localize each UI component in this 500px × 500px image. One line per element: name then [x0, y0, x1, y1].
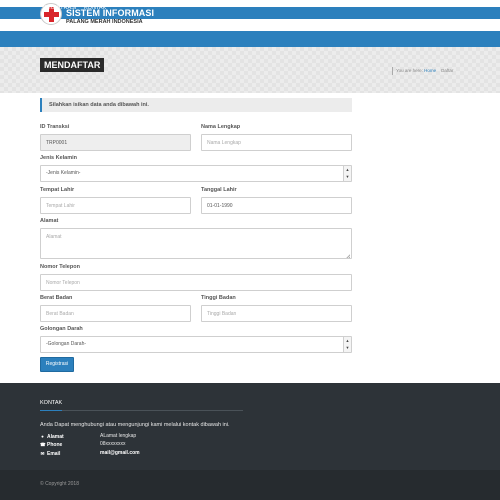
contact-label-phone: ☎Phone [40, 442, 63, 448]
select-arrows-icon: ▲ ▼ [343, 166, 351, 181]
brand-subtitle: PALANG MERAH INDONESIA [66, 19, 143, 25]
brand-title: SISTEM INFORMASI [66, 8, 155, 18]
select-arrows-icon: ▲ ▼ [343, 337, 351, 352]
contact-value-alamat: ALamat lengkap [100, 433, 137, 439]
jenis-kelamin-select[interactable]: -Jenis Kelamin- ▲ ▼ [40, 165, 352, 182]
berat-badan-label: Berat Badan [40, 295, 73, 301]
id-transaksi-label: ID Transksi [40, 124, 70, 130]
phone-icon: ☎ [40, 442, 46, 447]
nomor-telepon-input[interactable] [40, 274, 352, 291]
contact-label-alamat: ● Alamat [41, 434, 64, 440]
golongan-darah-select[interactable]: -Golongan Darah- ▲ ▼ [40, 336, 352, 353]
jenis-kelamin-label: Jenis Kelamin [40, 155, 77, 161]
golongan-darah-selected: -Golongan Darah- [46, 341, 87, 347]
contact-value-phone: 08xxxxxxxx [100, 441, 126, 447]
form-notice: Silahkan isikan data anda dibawah ini. [40, 98, 352, 112]
registrasi-button[interactable]: Registrasi [40, 357, 74, 372]
contact-label-email: ✉ Email [40, 451, 61, 457]
map-marker-icon: ● [41, 434, 44, 439]
page-title: MENDAFTAR [40, 58, 105, 72]
breadcrumb-home-link[interactable]: Home [424, 68, 436, 73]
footer-intro: Anda Dapat menghubungi atau mengunjungi … [40, 422, 230, 428]
tinggi-badan-label: Tinggi Badan [201, 295, 236, 301]
nama-lengkap-input[interactable] [201, 134, 352, 151]
jenis-kelamin-selected: -Jenis Kelamin- [46, 170, 81, 176]
alamat-label: Alamat [40, 218, 59, 224]
nav-item-kontak[interactable]: KONTAK [84, 0, 106, 16]
resize-grip-icon[interactable] [346, 254, 350, 258]
main-navbar [0, 31, 500, 47]
tanggal-lahir-input[interactable] [201, 197, 352, 214]
id-transaksi-field [40, 134, 191, 151]
footer-divider [40, 410, 243, 411]
tempat-lahir-label: Tempat Lahir [40, 187, 75, 193]
golongan-darah-label: Golongan Darah [40, 326, 83, 332]
nav-item-registrasi[interactable]: REGISTRASI [43, 0, 76, 16]
breadcrumb-current: Daftar [441, 68, 454, 73]
breadcrumb: You are here: Home Daftar [392, 67, 453, 75]
footer-title: KONTAK [40, 400, 63, 406]
berat-badan-input[interactable] [40, 305, 191, 322]
tanggal-lahir-label: Tanggal Lahir [201, 187, 237, 193]
copyright-text: © Copyright 2018 [40, 481, 79, 487]
nama-lengkap-label: Nama Lengkap [201, 124, 241, 130]
alamat-textarea[interactable] [40, 228, 352, 259]
tempat-lahir-input[interactable] [40, 197, 191, 214]
nomor-telepon-label: Nomor Telepon [40, 264, 80, 270]
envelope-icon: ✉ [40, 451, 45, 456]
tinggi-badan-input[interactable] [201, 305, 352, 322]
breadcrumb-prefix: You are here: [396, 68, 423, 73]
contact-value-email[interactable]: mail@gmail.com [100, 450, 140, 457]
